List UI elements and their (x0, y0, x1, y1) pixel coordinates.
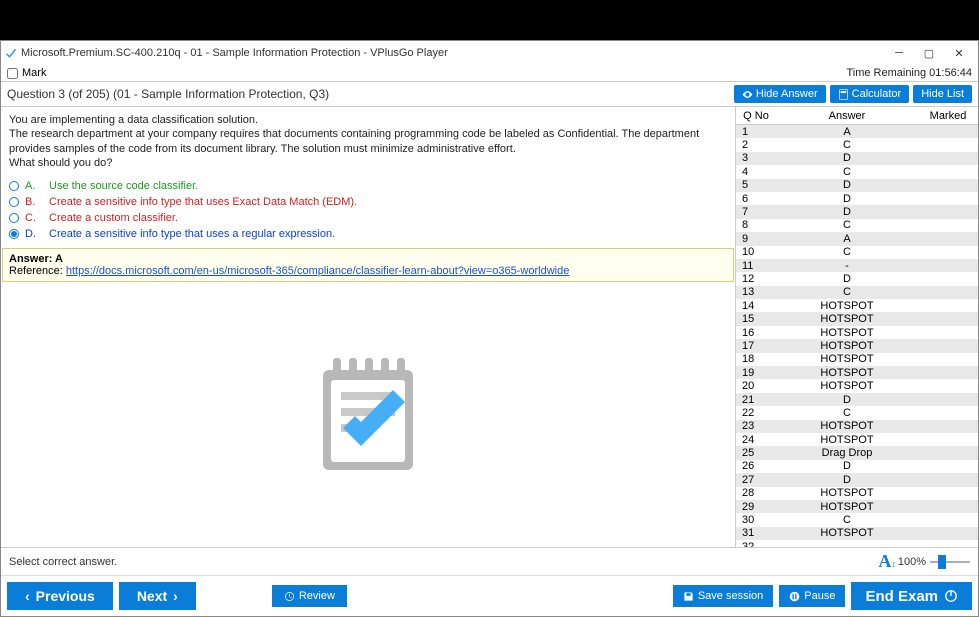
question-header: Question 3 (of 205) (01 - Sample Informa… (1, 81, 978, 107)
col-qno: Q No (736, 110, 776, 122)
calculator-icon (838, 89, 849, 100)
list-row[interactable]: 11- (736, 259, 978, 272)
question-list-pane: Q No Answer Marked 1A2C3D4C5D6D7D8C9A10C… (735, 107, 978, 547)
question-line: The research department at your company … (9, 127, 727, 156)
mark-label: Mark (22, 67, 46, 79)
list-row[interactable]: 13C (736, 286, 978, 299)
question-header-text: Question 3 (of 205) (01 - Sample Informa… (7, 87, 734, 101)
radio-icon[interactable] (9, 229, 19, 239)
status-text: Select correct answer. (9, 556, 878, 568)
maximize-button[interactable]: ▢ (914, 43, 944, 63)
review-button[interactable]: Review (272, 585, 347, 607)
hide-answer-button[interactable]: Hide Answer (734, 85, 826, 103)
option-d[interactable]: D. Create a sensitive info type that use… (9, 226, 727, 242)
list-row[interactable]: 32 (736, 540, 978, 547)
close-button[interactable]: ✕ (944, 43, 974, 63)
list-row[interactable]: 24HOTSPOT (736, 433, 978, 446)
list-row[interactable]: 20HOTSPOT (736, 379, 978, 392)
option-a[interactable]: A. Use the source code classifier. (9, 178, 727, 194)
chevron-left-icon: ‹ (25, 588, 30, 604)
question-line: You are implementing a data classificati… (9, 113, 727, 127)
list-row[interactable]: 17HOTSPOT (736, 339, 978, 352)
answer-title: Answer: A (9, 253, 727, 265)
save-icon (683, 591, 694, 602)
app-window: Microsoft.Premium.SC-400.210q - 01 - Sam… (0, 40, 979, 617)
list-row[interactable]: 22C (736, 406, 978, 419)
bottom-bar: ‹ Previous Next › Review Save session Pa… (1, 575, 978, 616)
window-title: Microsoft.Premium.SC-400.210q - 01 - Sam… (21, 47, 884, 59)
list-row[interactable]: 8C (736, 219, 978, 232)
list-row[interactable]: 21D (736, 393, 978, 406)
zoom-slider[interactable] (930, 555, 970, 569)
app-icon (5, 47, 17, 59)
answer-reference: Reference: https://docs.microsoft.com/en… (9, 265, 727, 277)
list-row[interactable]: 30C (736, 513, 978, 526)
question-body: You are implementing a data classificati… (1, 107, 735, 176)
list-row[interactable]: 10C (736, 246, 978, 259)
list-row[interactable]: 25Drag Drop (736, 446, 978, 459)
col-marked: Marked (918, 110, 978, 122)
eye-icon (742, 89, 753, 100)
zoom-percent: 100% (898, 556, 926, 568)
radio-icon[interactable] (9, 197, 19, 207)
list-row[interactable]: 19HOTSPOT (736, 366, 978, 379)
power-icon (944, 589, 958, 603)
pause-icon (789, 591, 800, 602)
list-row[interactable]: 3D (736, 152, 978, 165)
list-row[interactable]: 29HOTSPOT (736, 500, 978, 513)
chevron-right-icon: › (173, 588, 178, 604)
save-session-button[interactable]: Save session (673, 585, 773, 607)
list-row[interactable]: 18HOTSPOT (736, 353, 978, 366)
options-list: A. Use the source code classifier. B. Cr… (1, 176, 735, 248)
list-row[interactable]: 15HOTSPOT (736, 312, 978, 325)
option-c[interactable]: C. Create a custom classifier. (9, 210, 727, 226)
list-row[interactable]: 2C (736, 138, 978, 151)
font-size-button[interactable]: A↕ (878, 551, 896, 572)
list-row[interactable]: 12D (736, 272, 978, 285)
calculator-button[interactable]: Calculator (830, 85, 910, 103)
radio-icon[interactable] (9, 181, 19, 191)
status-bar: Select correct answer. A↕ 100% (1, 547, 978, 575)
list-row[interactable]: 6D (736, 192, 978, 205)
minimize-button[interactable]: ─ (884, 43, 914, 63)
list-row[interactable]: 28HOTSPOT (736, 487, 978, 500)
time-remaining: Time Remaining 01:56:44 (846, 67, 972, 79)
list-body[interactable]: 1A2C3D4C5D6D7D8C9A10C11-12D13C14HOTSPOT1… (736, 125, 978, 547)
reference-link[interactable]: https://docs.microsoft.com/en-us/microso… (66, 265, 569, 277)
list-row[interactable]: 23HOTSPOT (736, 420, 978, 433)
question-pane: You are implementing a data classificati… (1, 107, 735, 547)
mark-checkbox[interactable] (7, 68, 18, 79)
option-b[interactable]: B. Create a sensitive info type that use… (9, 194, 727, 210)
review-icon (284, 591, 295, 602)
list-row[interactable]: 31HOTSPOT (736, 527, 978, 540)
answer-box: Answer: A Reference: https://docs.micros… (2, 248, 734, 282)
pause-button[interactable]: Pause (779, 585, 845, 607)
notepad-placeholder (1, 282, 735, 547)
mark-row: Mark Time Remaining 01:56:44 (1, 65, 978, 81)
list-row[interactable]: 27D (736, 473, 978, 486)
question-line: What should you do? (9, 156, 727, 170)
hide-list-button[interactable]: Hide List (913, 85, 972, 103)
list-row[interactable]: 14HOTSPOT (736, 299, 978, 312)
main-area: You are implementing a data classificati… (1, 107, 978, 547)
col-answer: Answer (776, 110, 918, 122)
list-row[interactable]: 5D (736, 179, 978, 192)
list-row[interactable]: 4C (736, 165, 978, 178)
list-row[interactable]: 9A (736, 232, 978, 245)
titlebar: Microsoft.Premium.SC-400.210q - 01 - Sam… (1, 41, 978, 65)
list-row[interactable]: 16HOTSPOT (736, 326, 978, 339)
list-row[interactable]: 26D (736, 460, 978, 473)
notepad-icon (313, 350, 423, 480)
list-row[interactable]: 1A (736, 125, 978, 138)
list-header: Q No Answer Marked (736, 107, 978, 125)
radio-icon[interactable] (9, 213, 19, 223)
list-row[interactable]: 7D (736, 205, 978, 218)
